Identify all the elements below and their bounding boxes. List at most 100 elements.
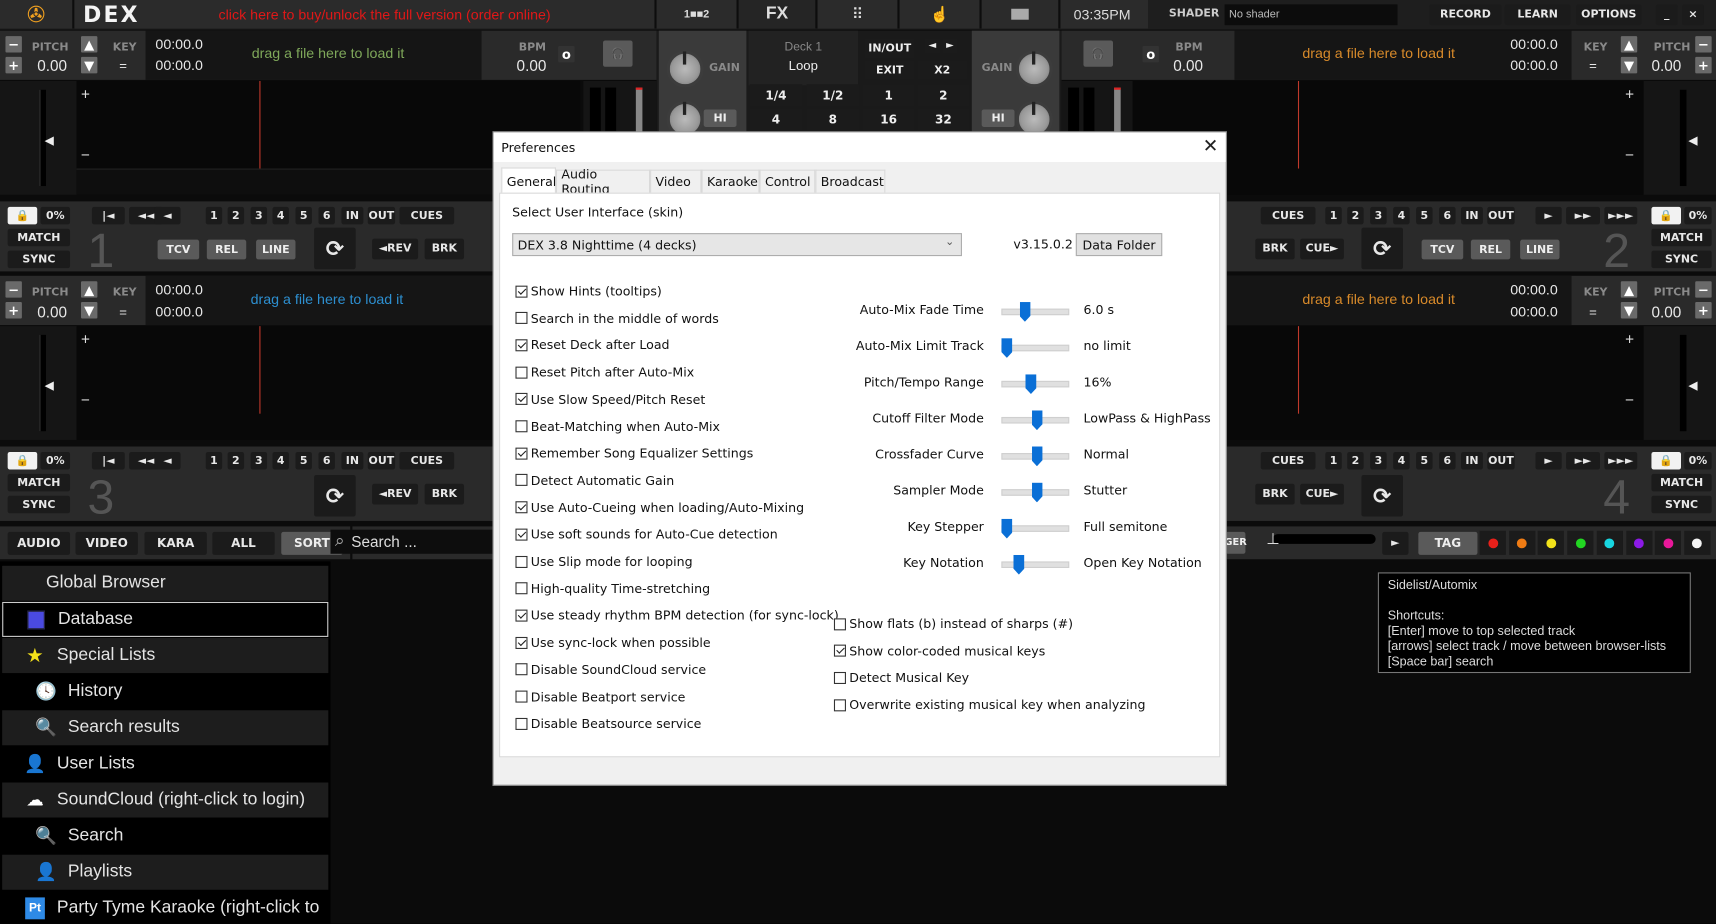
deck-3-zoom-out[interactable]: − bbox=[81, 391, 90, 409]
options-button[interactable]: OPTIONS bbox=[1575, 4, 1642, 26]
deck-1-start-button[interactable]: |◄ bbox=[91, 206, 125, 225]
deck-2-cues-button[interactable]: CUES bbox=[1260, 206, 1316, 225]
deck-4-out-button[interactable]: OUT bbox=[1487, 451, 1515, 470]
deck-4-hotcue-3[interactable]: 3 bbox=[1370, 451, 1387, 470]
minimize-button[interactable]: _ bbox=[1655, 4, 1678, 26]
deck-layout-button[interactable]: 1■■2 bbox=[656, 0, 739, 29]
deck-3-in-button[interactable]: IN bbox=[341, 451, 364, 470]
buy-link[interactable]: click here to buy/unlock the full versio… bbox=[219, 6, 551, 22]
deck-1-zoom-out[interactable]: − bbox=[81, 146, 90, 164]
deck-4-hotcue-2[interactable]: 2 bbox=[1347, 451, 1364, 470]
checkbox-row[interactable]: Use Slip mode for looping bbox=[515, 554, 693, 569]
slider-thumb[interactable] bbox=[1001, 518, 1013, 539]
tab-karaoke[interactable]: Karaoke bbox=[701, 169, 760, 193]
deck-4-key-up[interactable]: ▲ bbox=[1620, 281, 1638, 298]
deck-2-pitch-handle[interactable]: ◄ bbox=[1685, 131, 1700, 149]
filter-audio-button[interactable]: AUDIO bbox=[7, 531, 71, 555]
tag-color-button[interactable] bbox=[1508, 530, 1536, 555]
deck-2-key-down[interactable]: ▼ bbox=[1620, 56, 1638, 74]
deck-2-zoom-out[interactable]: − bbox=[1625, 146, 1634, 164]
crossfader-track[interactable] bbox=[1272, 534, 1376, 544]
shader-select[interactable]: No shader bbox=[1224, 4, 1398, 26]
checkbox[interactable] bbox=[515, 339, 528, 352]
deck-4-pitch-down[interactable]: − bbox=[1695, 281, 1712, 298]
deck-4-loop-button[interactable]: ⟳ bbox=[1361, 474, 1404, 517]
deck-1-headphone-button[interactable]: 🎧 bbox=[603, 40, 633, 67]
deck-3-match-button[interactable]: MATCH bbox=[7, 473, 71, 492]
slider-thumb[interactable] bbox=[1025, 374, 1037, 394]
tag-color-button[interactable] bbox=[1596, 530, 1623, 555]
deck-3-hotcue-6[interactable]: 6 bbox=[318, 451, 335, 470]
checkbox-row[interactable]: Use sync-lock when possible bbox=[515, 635, 711, 650]
deck-4-match-button[interactable]: MATCH bbox=[1651, 473, 1712, 492]
checkbox-row[interactable]: Disable Beatport service bbox=[515, 689, 685, 704]
logo-button[interactable]: ✇ bbox=[0, 0, 75, 29]
deck-4-hotcue-5[interactable]: 5 bbox=[1416, 451, 1433, 470]
browser-item[interactable]: ☁ SoundCloud (right-click to login) bbox=[2, 782, 329, 818]
sampler-trigger-button[interactable]: GER bbox=[1224, 531, 1247, 554]
slider-thumb[interactable] bbox=[1001, 338, 1013, 358]
deck-2-line-button[interactable]: LINE bbox=[1520, 239, 1560, 260]
browser-item[interactable]: 🔍 Search bbox=[2, 819, 328, 854]
checkbox-row[interactable]: Show Hints (tooltips) bbox=[515, 283, 662, 299]
deck-2-end-button[interactable]: ►►► bbox=[1604, 206, 1638, 225]
filter-kara-button[interactable]: KARA bbox=[144, 531, 207, 555]
deck-1-back-button[interactable]: ◄ bbox=[154, 206, 181, 225]
video-button[interactable] bbox=[981, 0, 1061, 29]
browser-item[interactable]: Database bbox=[2, 601, 329, 637]
checkbox-row[interactable]: Show flats (b) instead of sharps (#) bbox=[833, 616, 1073, 631]
checkbox[interactable] bbox=[515, 582, 528, 595]
checkbox[interactable] bbox=[515, 420, 528, 433]
loop-x2-button[interactable]: X2 bbox=[917, 60, 968, 80]
learn-button[interactable]: LEARN bbox=[1504, 4, 1571, 26]
browser-item[interactable]: Global Browser bbox=[2, 565, 329, 601]
fx-button[interactable]: FX bbox=[738, 0, 818, 29]
deck-2-hotcue-5[interactable]: 5 bbox=[1416, 206, 1433, 225]
checkbox[interactable] bbox=[833, 698, 846, 711]
deck-2-zoom-in[interactable]: + bbox=[1625, 85, 1634, 103]
checkbox-row[interactable]: Show color-coded musical keys bbox=[833, 643, 1045, 658]
deck-3-cues-button[interactable]: CUES bbox=[399, 451, 455, 470]
deck-3-out-button[interactable]: OUT bbox=[367, 451, 396, 470]
deck-1-out-button[interactable]: OUT bbox=[367, 206, 396, 225]
deck-4-cues-button[interactable]: CUES bbox=[1260, 451, 1316, 470]
deck-4-end-button[interactable]: ►►► bbox=[1604, 451, 1638, 470]
checkbox[interactable] bbox=[515, 447, 528, 460]
deck-3-lock-button[interactable]: 🔒 bbox=[7, 451, 38, 470]
loop-size-4[interactable]: 4 bbox=[749, 108, 803, 131]
deck-4-zoom-in[interactable]: + bbox=[1625, 331, 1634, 349]
deck-3-hotcue-3[interactable]: 3 bbox=[250, 451, 268, 470]
deck-4-pitch-handle[interactable]: ◄ bbox=[1685, 376, 1700, 394]
deck-2-brk-button[interactable]: BRK bbox=[1255, 238, 1295, 260]
tab-broadcast[interactable]: Broadcast bbox=[815, 169, 886, 193]
deck-2-tcv-button[interactable]: TCV bbox=[1421, 239, 1464, 260]
tab-control[interactable]: Control bbox=[759, 169, 816, 193]
deck-2-hotcue-4[interactable]: 4 bbox=[1393, 206, 1410, 225]
deck-1-brk-button[interactable]: BRK bbox=[424, 238, 465, 260]
deck-1-key-up[interactable]: ▲ bbox=[80, 36, 98, 53]
deck-3-pitch-down[interactable]: − bbox=[5, 281, 22, 298]
deck-3-hotcue-5[interactable]: 5 bbox=[295, 451, 312, 470]
filter-video-button[interactable]: VIDEO bbox=[75, 531, 138, 555]
deck-4-waveform[interactable] bbox=[1225, 326, 1643, 440]
checkbox[interactable] bbox=[515, 285, 528, 298]
deck-4-key-down[interactable]: ▼ bbox=[1620, 302, 1638, 319]
checkbox-row[interactable]: Use Slow Speed/Pitch Reset bbox=[515, 392, 705, 407]
deck-1-lock-button[interactable]: 🔒 bbox=[7, 206, 38, 225]
deck-1-line-button[interactable]: LINE bbox=[256, 239, 296, 260]
deck-1-hotcue-3[interactable]: 3 bbox=[250, 206, 268, 225]
checkbox[interactable] bbox=[515, 474, 528, 487]
deck-4-cue-button[interactable]: CUE► bbox=[1300, 483, 1344, 505]
deck-1-gain-knob[interactable] bbox=[666, 50, 704, 88]
deck-2-play-button[interactable]: ► bbox=[1535, 206, 1562, 225]
deck-3-key-up[interactable]: ▲ bbox=[80, 281, 98, 298]
deck-1-loop-button[interactable]: ⟳ bbox=[314, 227, 356, 270]
checkbox[interactable] bbox=[515, 312, 528, 325]
tag-button[interactable]: TAG bbox=[1418, 531, 1478, 555]
sampler-play-button[interactable]: ► bbox=[1382, 531, 1409, 555]
checkbox[interactable] bbox=[515, 690, 528, 703]
deck-2-in-button[interactable]: IN bbox=[1461, 206, 1483, 225]
deck-1-in-button[interactable]: IN bbox=[341, 206, 364, 225]
tag-color-button[interactable] bbox=[1538, 530, 1565, 555]
deck-1-cues-button[interactable]: CUES bbox=[399, 206, 455, 225]
